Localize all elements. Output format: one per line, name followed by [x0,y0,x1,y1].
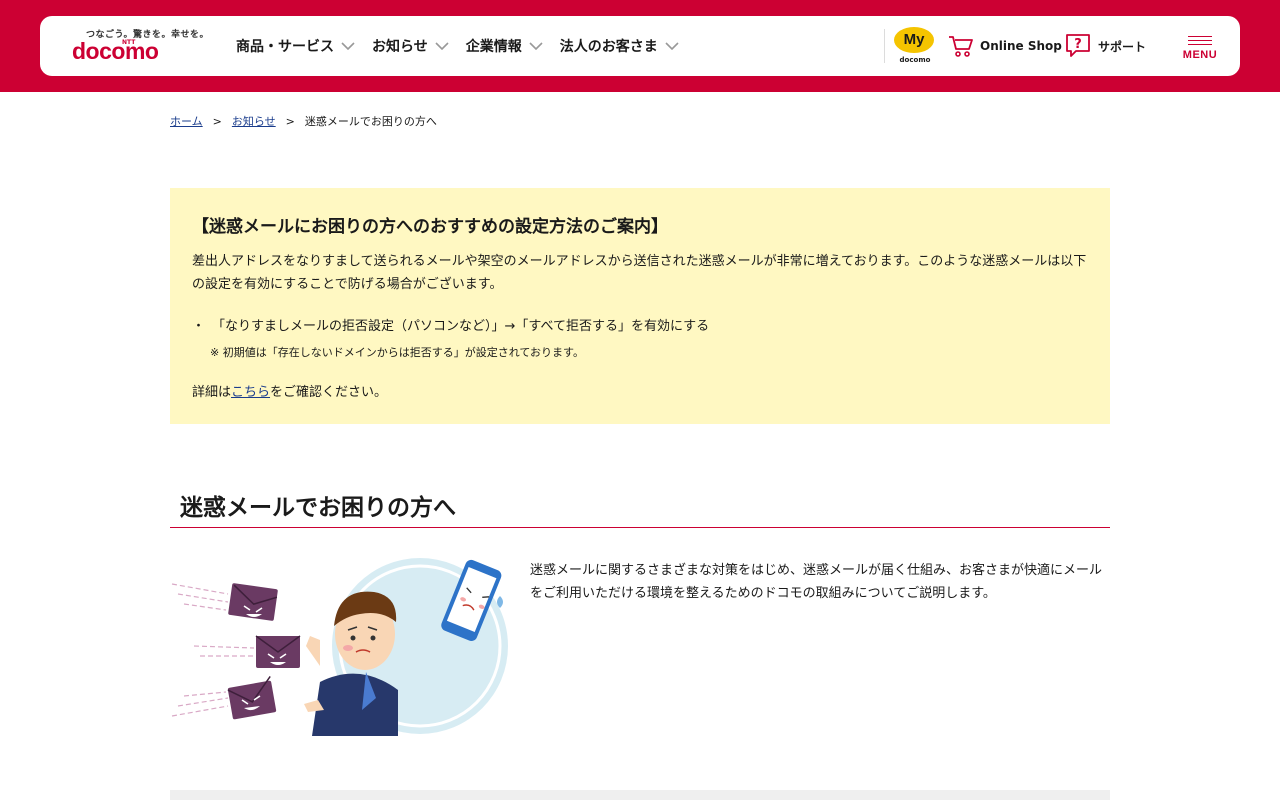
cart-icon [949,36,973,57]
breadcrumb-current: 迷惑メールでお困りの方へ [304,115,437,128]
breadcrumb-separator: > [212,115,222,128]
chevron-down-icon [529,42,543,50]
notice-detail: 詳細はこちらをご確認ください。 [192,381,387,400]
svg-text:?: ? [1074,37,1082,52]
breadcrumb-notice[interactable]: お知らせ [232,115,276,128]
nav-business[interactable]: 法人のお客さま [560,36,679,56]
section-title-rule [170,527,1110,528]
logo-wordmark: docomo [72,38,159,64]
docomo-logo[interactable]: つなごう。驚きを。幸せを。 NTT docomo [72,24,208,70]
my-docomo-sub: docomo [899,56,931,64]
notice-body: 差出人アドレスをなりすまして送られるメールや架空のメールアドレスから送信された迷… [192,254,1087,292]
online-shop-link[interactable]: Online Shop [948,32,1062,60]
angry-envelope-icon [228,583,278,621]
hamburger-icon [1188,36,1212,48]
notice-box: 【迷惑メールにお困りの方へのおすすめの設定方法のご案内】 差出人アドレスをなりす… [170,188,1110,424]
bullet-mark: ・ [192,319,206,334]
nav-label: 商品・サービス [236,39,334,55]
header-divider [884,29,885,63]
question-bubble-icon: ? [1066,34,1090,57]
notice-bullet-text: 「なりすましメールの拒否設定（パソコンなど）」→「すべて拒否する」を有効にする [212,319,710,334]
breadcrumb-home[interactable]: ホーム [170,115,203,128]
section-intro: 迷惑メールに関するさまざまな対策をはじめ、迷惑メールが届く仕組み、お客さまが快適… [530,563,1103,601]
chevron-down-icon [665,42,679,50]
breadcrumb-separator: > [285,115,295,128]
angry-envelope-icon [227,676,277,720]
my-docomo-button[interactable]: My docomo [894,27,936,67]
detail-link[interactable]: こちら [231,385,270,400]
nav-label: お知らせ [372,39,428,55]
support-label: サポート [1098,39,1147,54]
next-section-band [170,790,1110,800]
section-title: 迷惑メールでお困りの方へ [180,495,456,521]
nav-products[interactable]: 商品・サービス [236,36,355,56]
notice-note: ※ 初期値は「存在しないドメインからは拒否する」が設定されております。 [210,346,584,359]
nav-label: 企業情報 [465,39,522,55]
angry-envelope-icon [255,635,301,668]
menu-label: MENU [1182,49,1218,61]
chevron-down-icon [341,42,355,50]
spam-mail-illustration [171,558,508,736]
support-link[interactable]: ? サポート [1064,32,1146,60]
detail-suffix: をご確認ください。 [270,385,388,400]
detail-prefix: 詳細は [192,385,232,400]
nav-news[interactable]: お知らせ [372,36,449,56]
global-nav: 商品・サービス お知らせ 企業情報 法人のお客さま [236,16,696,76]
online-shop-label: Online Shop [980,39,1062,53]
breadcrumb: ホーム > お知らせ > 迷惑メールでお困りの方へ [170,113,437,129]
nav-corporate[interactable]: 企業情報 [466,36,543,56]
my-docomo-badge: My [894,27,934,53]
chevron-down-icon [435,42,449,50]
notice-title: 【迷惑メールにお困りの方へのおすすめの設定方法のご案内】 [192,217,668,237]
site-header: つなごう。驚きを。幸せを。 NTT docomo 商品・サービス お知らせ 企業… [40,16,1240,76]
notice-bullet: ・「なりすましメールの拒否設定（パソコンなど）」→「すべて拒否する」を有効にする [192,315,709,334]
menu-button[interactable]: MENU [1178,32,1222,66]
nav-label: 法人のお客さま [559,39,658,55]
